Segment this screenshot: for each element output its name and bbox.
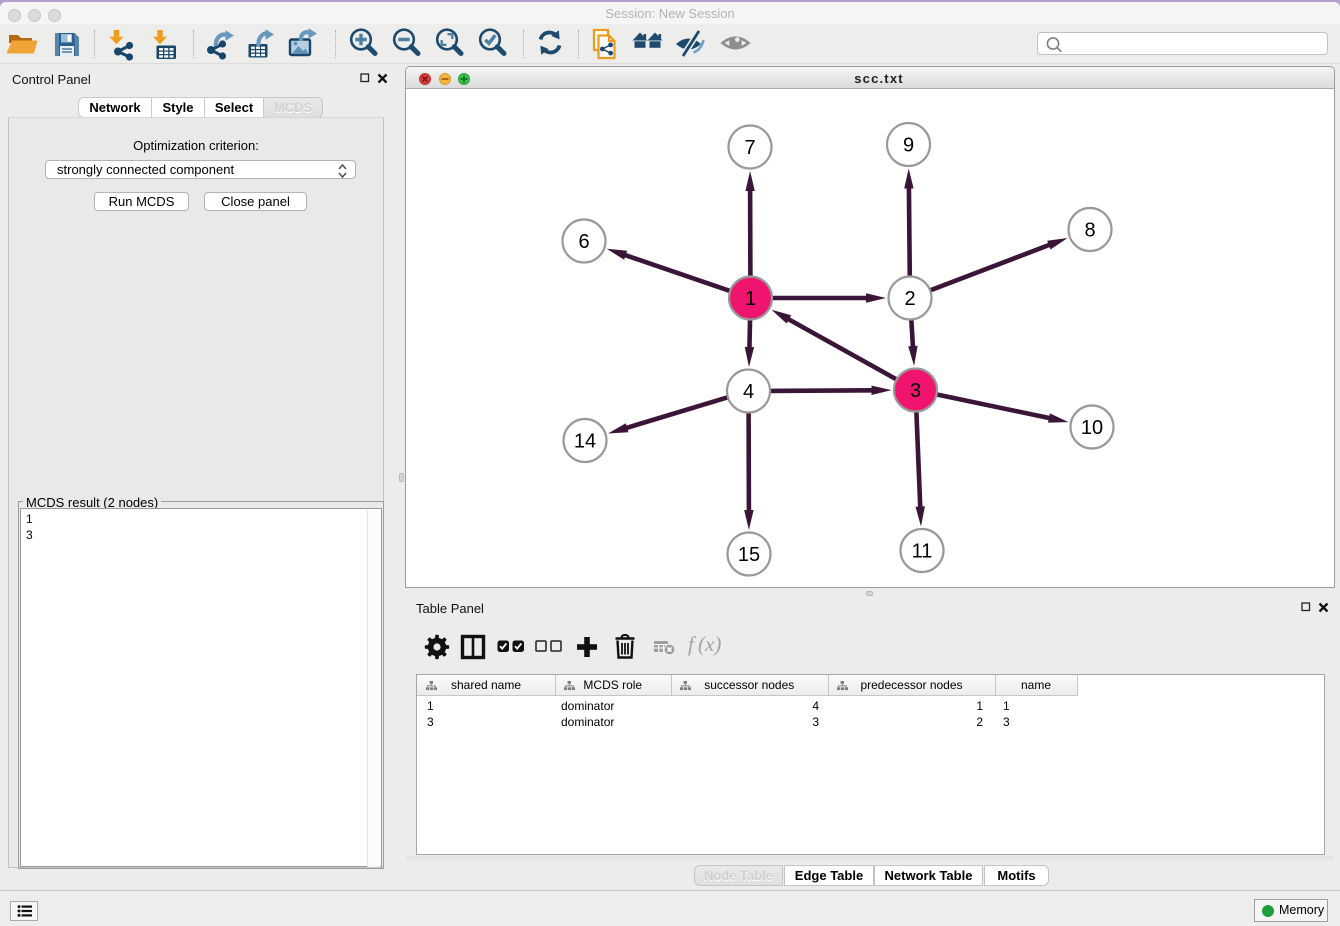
svg-text:3: 3	[910, 380, 921, 402]
svg-text:4: 4	[743, 381, 754, 403]
svg-text:8: 8	[1084, 220, 1095, 242]
svg-text:2: 2	[904, 288, 915, 310]
svg-text:9: 9	[903, 135, 914, 157]
svg-text:1: 1	[745, 288, 756, 310]
svg-text:15: 15	[738, 544, 760, 566]
svg-text:11: 11	[912, 541, 933, 563]
svg-text:7: 7	[744, 137, 755, 159]
svg-text:6: 6	[578, 231, 589, 253]
svg-text:10: 10	[1081, 417, 1103, 439]
svg-text:14: 14	[574, 431, 596, 453]
